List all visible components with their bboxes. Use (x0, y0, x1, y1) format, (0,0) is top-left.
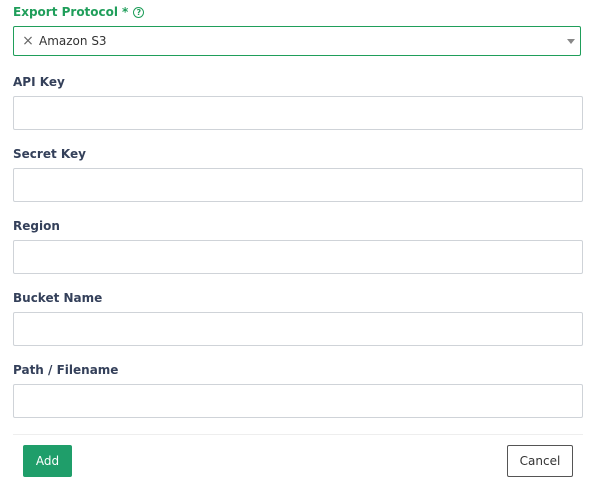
cancel-button[interactable]: Cancel (507, 445, 573, 477)
path-filename-input[interactable] (13, 384, 583, 418)
secret-key-label: Secret Key (13, 147, 86, 161)
chevron-down-icon[interactable] (567, 39, 575, 44)
region-label: Region (13, 219, 60, 233)
export-protocol-selected-value: Amazon S3 (39, 34, 107, 48)
export-protocol-label-text: Export Protocol (13, 5, 119, 19)
api-key-input[interactable] (13, 96, 583, 130)
bucket-name-input[interactable] (13, 312, 583, 346)
add-button[interactable]: Add (23, 445, 72, 477)
required-marker: * (122, 5, 129, 19)
region-input[interactable] (13, 240, 583, 274)
form-actions: Add Cancel (13, 434, 583, 500)
export-settings-form: Export Protocol * ? × Amazon S3 API Key … (0, 0, 594, 500)
api-key-label: API Key (13, 75, 65, 89)
close-icon[interactable]: × (22, 34, 34, 48)
secret-key-input[interactable] (13, 168, 583, 202)
bucket-name-label: Bucket Name (13, 291, 103, 305)
export-protocol-label: Export Protocol * ? (13, 5, 145, 19)
question-circle-icon[interactable]: ? (133, 6, 145, 18)
path-filename-label: Path / Filename (13, 363, 119, 377)
export-protocol-select[interactable]: × Amazon S3 (13, 26, 581, 56)
